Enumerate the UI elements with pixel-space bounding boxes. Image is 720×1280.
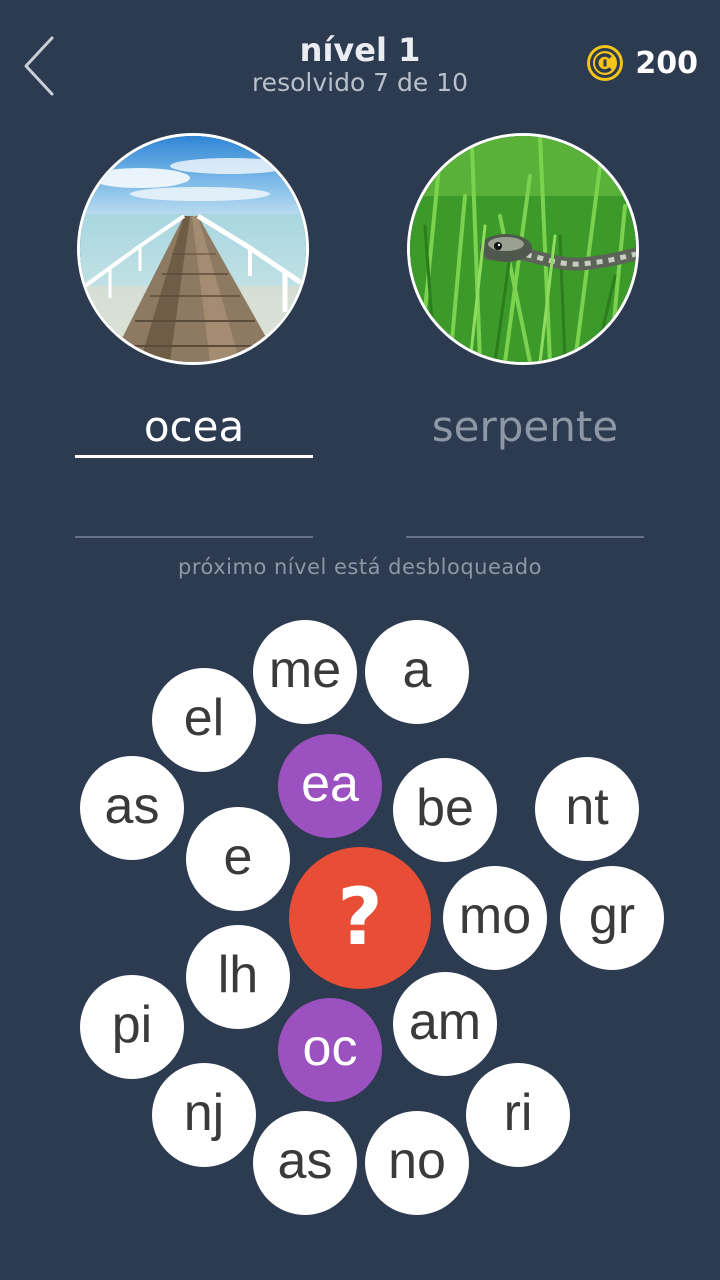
tile-button[interactable]: e [186, 807, 290, 911]
tile-button[interactable]: no [365, 1111, 469, 1215]
tile-button[interactable]: be [393, 758, 497, 862]
tile-button[interactable]: nj [152, 1063, 256, 1167]
help-button[interactable]: ? [289, 847, 431, 989]
tile-button[interactable]: nt [535, 757, 639, 861]
tile-button-selected[interactable]: ea [278, 734, 382, 838]
answer-field-2[interactable]: serpente [406, 402, 644, 452]
snake-grass-photo [407, 133, 639, 365]
tile-button[interactable]: el [152, 668, 256, 772]
unlock-message: próximo nível está desbloqueado [178, 555, 542, 579]
tile-button[interactable]: gr [560, 866, 664, 970]
answer-underline-1 [75, 455, 313, 458]
tile-button[interactable]: as [253, 1111, 357, 1215]
tile-button[interactable]: ri [466, 1063, 570, 1167]
answer-field-1[interactable]: ocea [75, 402, 313, 452]
tile-button[interactable]: lh [186, 925, 290, 1029]
question-mark-icon: ? [337, 873, 383, 963]
coin-icon [587, 45, 624, 81]
coin-count: 200 [635, 45, 698, 81]
tile-button[interactable]: me [253, 620, 357, 724]
tile-button[interactable]: mo [443, 866, 547, 970]
answer-underline-4 [406, 536, 644, 538]
pier-ocean-photo [77, 133, 309, 365]
tile-button-selected[interactable]: oc [278, 998, 382, 1102]
tile-button[interactable]: pi [80, 975, 184, 1079]
tile-button[interactable]: a [365, 620, 469, 724]
tile-button[interactable]: as [80, 756, 184, 860]
answer-underline-3 [75, 536, 313, 538]
coin-balance[interactable]: 200 [585, 40, 698, 86]
tile-button[interactable]: am [393, 972, 497, 1076]
